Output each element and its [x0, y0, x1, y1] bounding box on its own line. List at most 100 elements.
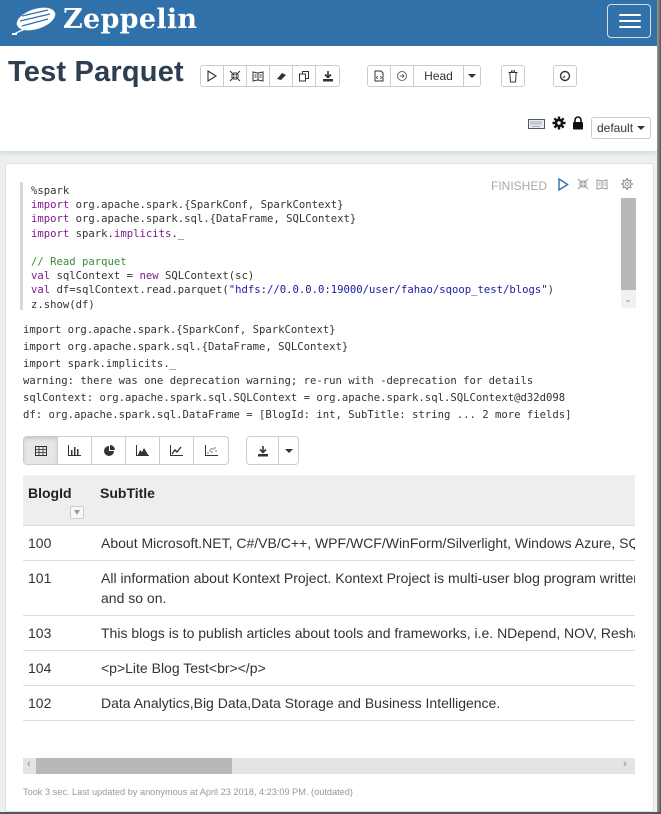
window-border — [657, 0, 661, 814]
clone-note-button[interactable] — [293, 66, 316, 86]
revision-dropdown-toggle[interactable] — [464, 66, 480, 86]
gear-icon[interactable] — [552, 116, 566, 130]
menu-toggle-button[interactable] — [607, 4, 651, 38]
keyboard-icon[interactable] — [528, 118, 545, 130]
code-line[interactable]: %spark — [31, 184, 554, 198]
code-token: z.show(df) — [31, 298, 95, 311]
visualization-toolbar — [23, 436, 229, 465]
code-line[interactable]: val df=sqlContext.read.parquet("hdfs://0… — [31, 283, 554, 297]
paragraph: FINISHED %spark import org.apache.spark.{… — [5, 163, 654, 812]
code-line[interactable]: import spark.implicits._ — [31, 227, 554, 241]
code-keyword: import — [31, 199, 70, 212]
hide-code-button[interactable] — [224, 66, 247, 86]
line-chart-button[interactable] — [160, 437, 194, 464]
code-keyword: implicits — [113, 227, 172, 240]
code-keyword: import — [31, 213, 70, 226]
download-toolbar — [246, 436, 299, 465]
result-table-container: BlogId SubTitle 100 About Microsoft.NET, … — [23, 475, 635, 775]
interpreter-mode-dropdown[interactable]: default — [591, 117, 651, 139]
column-header-blogid[interactable]: BlogId — [23, 475, 95, 525]
code-line[interactable] — [31, 241, 554, 255]
clone-icon — [299, 71, 309, 82]
code-line[interactable]: z.show(df) — [31, 298, 554, 311]
code-line[interactable]: import org.apache.spark.sql.{DataFrame, … — [31, 212, 554, 226]
code-keyword: val — [31, 284, 51, 297]
hide-output-icon — [252, 71, 264, 82]
code-keyword: import — [31, 227, 70, 240]
code-token: ) — [547, 284, 555, 297]
table-view-button[interactable] — [24, 437, 58, 464]
download-data-button[interactable] — [247, 437, 279, 464]
table-horizontal-scrollbar[interactable]: ‹ › — [23, 758, 635, 774]
scroll-down-arrow-icon[interactable]: ⌄ — [624, 294, 632, 305]
scatter-chart-button[interactable] — [194, 437, 228, 464]
sort-caret-icon — [74, 510, 80, 515]
caret-down-icon — [637, 126, 646, 130]
hide-code-icon — [229, 70, 241, 82]
code-text[interactable]: %spark import org.apache.spark.{SparkConf… — [31, 184, 554, 310]
code-token: %spark — [31, 185, 70, 197]
table-row[interactable]: 100 About Microsoft.NET, C#/VB/C++, WPF/W… — [23, 524, 635, 561]
hide-output-button[interactable] — [247, 66, 270, 86]
column-header-label: BlogId — [28, 485, 72, 501]
commit-icon — [397, 71, 407, 81]
table-row[interactable]: 101 All information about Kontext Project… — [23, 559, 635, 616]
clear-output-button[interactable] — [270, 66, 293, 86]
result-table: BlogId SubTitle 100 About Microsoft.NET, … — [23, 475, 635, 721]
caret-down-icon — [468, 74, 476, 78]
run-all-button[interactable] — [201, 66, 224, 86]
scroll-left-arrow-icon[interactable]: ‹ — [27, 758, 31, 770]
code-token: ._ — [171, 227, 185, 240]
area-chart-button[interactable] — [126, 437, 160, 464]
output-line: warning: there was one deprecation warni… — [23, 375, 534, 388]
column-header-subtitle[interactable]: SubTitle — [95, 475, 635, 525]
column-menu-button[interactable] — [70, 506, 84, 519]
note-title[interactable]: Test Parquet — [8, 56, 184, 89]
table-row[interactable]: 102 Data Analytics,Big Data,Data Storage … — [23, 684, 635, 721]
bar-chart-button[interactable] — [58, 437, 92, 464]
cell-subtitle: About Microsoft.NET, C#/VB/C++, WPF/WCF/… — [95, 524, 635, 561]
code-token: sqlContext = — [50, 270, 140, 283]
zeppelin-window: Zeppelin Test Parquet Head default FINIS… — [0, 0, 657, 812]
navbar: Zeppelin — [0, 0, 657, 46]
export-icon — [322, 71, 333, 82]
revision-selector[interactable]: Head — [414, 66, 464, 86]
brand-name[interactable]: Zeppelin — [63, 4, 197, 35]
download-format-dropdown[interactable] — [279, 437, 298, 464]
zeppelin-logo-icon[interactable] — [8, 4, 58, 40]
output-line: import org.apache.spark.sql.{DataFrame, … — [23, 341, 349, 354]
paragraph-footer: Took 3 sec. Last updated by anonymous at… — [23, 787, 353, 797]
editor-vertical-scrollbar[interactable]: ⌄ — [621, 198, 636, 308]
export-note-button[interactable] — [316, 66, 339, 86]
output-line: sqlContext: org.apache.spark.sql.SQLCont… — [23, 392, 566, 405]
code-line[interactable]: import org.apache.spark.{SparkConf, Spar… — [31, 198, 554, 212]
remove-note-button[interactable] — [501, 65, 525, 87]
version-control-icon — [374, 70, 384, 82]
code-editor[interactable]: %spark import org.apache.spark.{SparkConf… — [20, 182, 636, 310]
table-header-row: BlogId SubTitle — [23, 475, 635, 525]
table-row[interactable]: 104 <p>Lite Blog Test<br></p> — [23, 649, 635, 686]
code-keyword: new — [139, 270, 159, 283]
code-line[interactable]: val sqlContext = new SQLContext(sc) — [31, 269, 554, 283]
cell-subtitle: <p>Lite Blog Test<br></p> — [95, 649, 635, 686]
cell-subtitle: This blogs is to publish articles about … — [95, 614, 635, 651]
download-icon — [257, 445, 268, 456]
table-scroll-thumb[interactable] — [36, 758, 232, 774]
schedule-button[interactable] — [553, 65, 577, 87]
pie-chart-icon — [103, 444, 115, 456]
pie-chart-button[interactable] — [92, 437, 126, 464]
run-all-icon — [207, 70, 218, 82]
scroll-right-arrow-icon[interactable]: › — [623, 758, 627, 770]
version-control-button[interactable] — [368, 66, 391, 86]
cell-blogid: 100 — [23, 524, 95, 561]
code-line[interactable]: // Read parquet — [31, 255, 554, 269]
editor-scroll-thumb[interactable] — [621, 198, 636, 290]
cell-blogid: 103 — [23, 614, 95, 651]
table-row[interactable]: 103 This blogs is to publish articles abo… — [23, 614, 635, 651]
note-action-toolbar — [200, 65, 340, 87]
code-token: spark. — [69, 227, 114, 240]
version-control-toolbar: Head — [367, 65, 481, 87]
lock-icon[interactable] — [572, 116, 584, 130]
commit-button[interactable] — [391, 66, 414, 86]
cell-blogid: 102 — [23, 684, 95, 721]
